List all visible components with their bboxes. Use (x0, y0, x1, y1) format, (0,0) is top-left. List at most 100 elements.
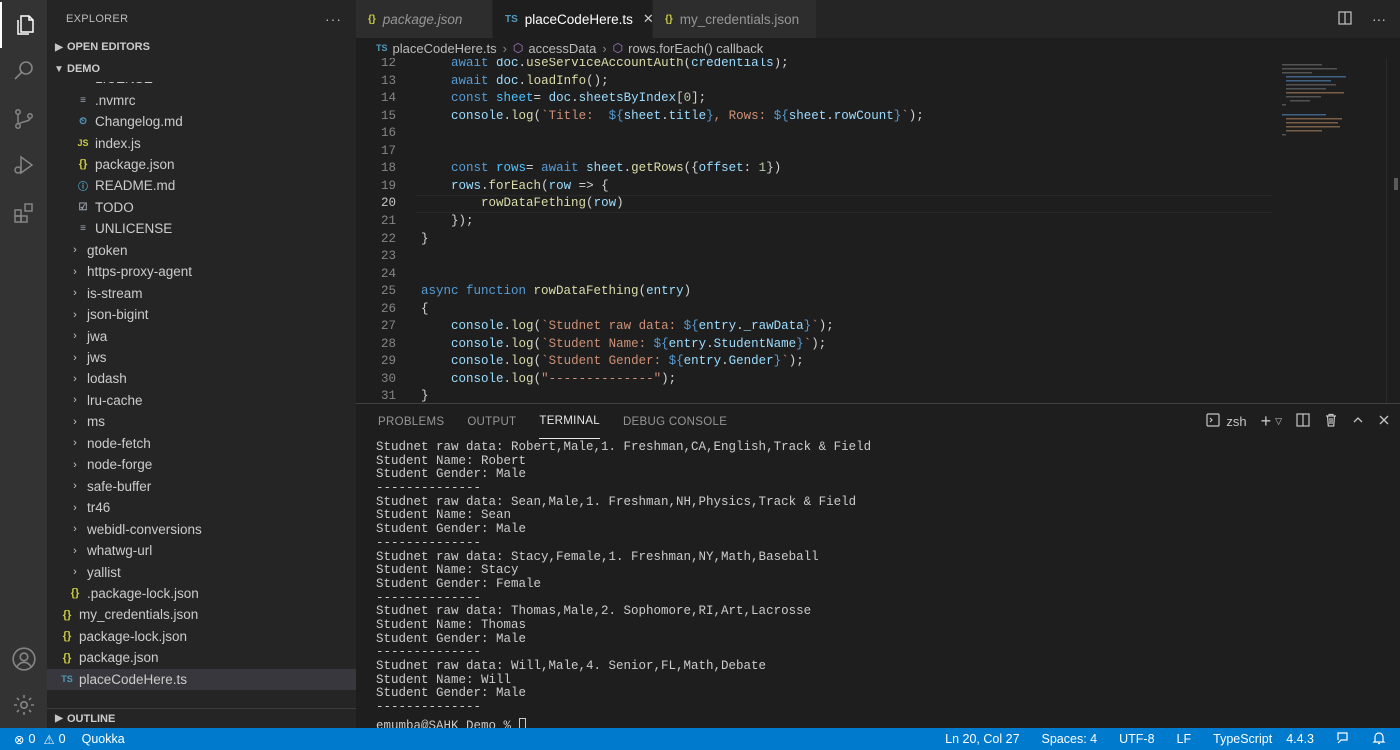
chevron-right-icon: › (73, 415, 77, 428)
cursor-position[interactable]: Ln 20, Col 27 (945, 732, 1019, 746)
file-tree-item[interactable]: › node-fetch (47, 433, 356, 454)
outline-section[interactable]: ▶ OUTLINE (47, 708, 356, 728)
split-terminal-icon[interactable] (1296, 413, 1310, 430)
code-token: . (721, 354, 729, 369)
panel-tab[interactable]: TERMINAL (539, 404, 600, 439)
demo-folder-section[interactable]: ▼ DEMO (47, 58, 356, 80)
file-tree-label: TODO (95, 199, 134, 215)
file-tree-item[interactable]: › whatwg-url (47, 540, 356, 561)
language-mode[interactable]: TypeScript (1213, 732, 1272, 746)
file-tree-item[interactable]: {} package.json (47, 647, 356, 668)
trash-icon[interactable] (1324, 413, 1338, 430)
file-tree-item[interactable]: ⏲ Changelog.md (47, 111, 356, 132)
file-tree-item[interactable]: › gtoken (47, 240, 356, 261)
file-tree-item[interactable]: › lru-cache (47, 390, 356, 411)
eol-status[interactable]: LF (1177, 732, 1192, 746)
code-token: ); (788, 354, 804, 369)
editor-tab[interactable]: TS placeCodeHere.ts ✕ (493, 0, 654, 38)
ts-file-icon: TS (61, 674, 73, 685)
file-tree-item[interactable]: › jws (47, 347, 356, 368)
terminal-line: Studnet raw data: Will,Male,4. Senior,FL… (376, 659, 767, 673)
panel-tab[interactable]: PROBLEMS (378, 404, 444, 439)
terminal-output[interactable]: Studnet raw data: Robert,Male,1. Freshma… (376, 440, 1376, 732)
code-token: ( (533, 371, 542, 386)
file-tree-item[interactable]: › ms (47, 411, 356, 432)
code-token: credentials (691, 58, 774, 70)
typescript-version[interactable]: 4.4.3 (1286, 732, 1314, 746)
maximize-panel-chevron-up-icon[interactable] (1352, 414, 1364, 429)
close-panel-icon[interactable] (1378, 414, 1390, 429)
file-tree-item[interactable]: › webidl-conversions (47, 518, 356, 539)
terminal-line: -------------- (376, 645, 482, 660)
file-tree-item[interactable]: TS placeCodeHere.ts (47, 668, 356, 690)
file-tree-item[interactable]: {} my_credentials.json (47, 604, 356, 625)
file-tree-item[interactable]: › safe-buffer (47, 476, 356, 497)
code-token: row (593, 196, 617, 211)
file-tree-item[interactable]: › https-proxy-agent (47, 261, 356, 282)
panel-tab[interactable]: DEBUG CONSOLE (623, 404, 727, 439)
extensions-icon[interactable] (0, 190, 47, 236)
source-control-icon[interactable] (0, 96, 47, 142)
file-tree-item[interactable]: › jwa (47, 325, 356, 346)
gray-file-icon: ≡ (75, 82, 91, 84)
encoding-status[interactable]: UTF-8 (1119, 732, 1154, 746)
file-tree-item[interactable]: ≡ .nvmrc (47, 89, 356, 110)
code-token: _rawData (743, 319, 804, 334)
code-token: doc (496, 58, 519, 70)
split-editor-icon[interactable] (1338, 10, 1352, 28)
code-line: 15 console.log(`Title: ${sheet.title}, R… (356, 108, 1400, 126)
run-debug-icon[interactable] (0, 142, 47, 188)
files-icon[interactable] (0, 2, 47, 48)
more-actions-icon[interactable]: ··· (1372, 11, 1386, 27)
file-tree-item[interactable]: ≡ LICENSE (47, 82, 356, 89)
file-tree-item[interactable]: › tr46 (47, 497, 356, 518)
breadcrumb-symbol-access-data[interactable]: accessData (528, 41, 596, 56)
indentation-status[interactable]: Spaces: 4 (1042, 732, 1098, 746)
feedback-icon[interactable] (1336, 731, 1350, 748)
chevron-down-icon[interactable]: ▽ (1275, 416, 1282, 427)
file-tree-label: webidl-conversions (87, 521, 202, 537)
line-number: 22 (380, 231, 396, 246)
terminal-line: Student Name: Stacy (376, 563, 519, 578)
problems-status[interactable]: ⊗ 0 ⚠ 0 (14, 732, 66, 747)
file-tree-item[interactable]: › lodash (47, 368, 356, 389)
line-number: 29 (380, 354, 396, 369)
account-icon[interactable] (0, 636, 47, 682)
open-editors-section[interactable]: ▶ OPEN EDITORS (47, 36, 356, 58)
code-token: console (451, 108, 504, 123)
file-tree-item[interactable]: › yallist (47, 561, 356, 582)
code-token: . (503, 371, 512, 386)
search-icon[interactable] (0, 48, 47, 94)
panel-tab[interactable]: OUTPUT (467, 404, 516, 439)
file-tree-item[interactable]: › is-stream (47, 283, 356, 304)
code-token: ) (616, 196, 624, 211)
file-tree-label: safe-buffer (87, 478, 152, 494)
file-tree-label: node-fetch (87, 435, 151, 451)
file-tree-item[interactable]: › node-forge (47, 454, 356, 475)
file-tree-item[interactable]: › json-bigint (47, 304, 356, 325)
code-editor[interactable]: 12 await doc.useServiceAccountAuth(crede… (356, 58, 1400, 403)
terminal-line: Student Name: Thomas (376, 617, 527, 632)
settings-gear-icon[interactable] (0, 682, 47, 728)
editor-tab[interactable]: {} my_credentials.json (653, 0, 817, 38)
code-token: rowDataFething (481, 196, 587, 211)
file-tree-item[interactable]: {} .package-lock.json (47, 583, 356, 604)
file-tree-item[interactable]: JS index.js (47, 132, 356, 153)
quokka-status[interactable]: Quokka (82, 732, 125, 746)
breadcrumb-file[interactable]: placeCodeHere.ts (393, 41, 497, 56)
file-tree-item[interactable]: ≡ UNLICENSE (47, 218, 356, 239)
breadcrumb-symbol-callback[interactable]: rows.forEach() callback (628, 41, 763, 56)
file-tree-item[interactable]: ☑ TODO (47, 197, 356, 218)
new-terminal-plus-icon[interactable]: + (1261, 411, 1272, 432)
code-token: console (451, 354, 504, 369)
file-tree-label: UNLICENSE (95, 221, 173, 237)
more-actions-icon[interactable]: ··· (325, 11, 342, 27)
terminal-shell-label[interactable]: zsh (1226, 414, 1246, 429)
file-tree-item[interactable]: ⓘ README.md (47, 175, 356, 196)
editor-tab[interactable]: {} package.json (356, 0, 493, 38)
file-tree-item[interactable]: {} package-lock.json (47, 626, 356, 647)
notifications-bell-icon[interactable] (1372, 731, 1386, 748)
file-tree-item[interactable]: {} package.json (47, 154, 356, 175)
